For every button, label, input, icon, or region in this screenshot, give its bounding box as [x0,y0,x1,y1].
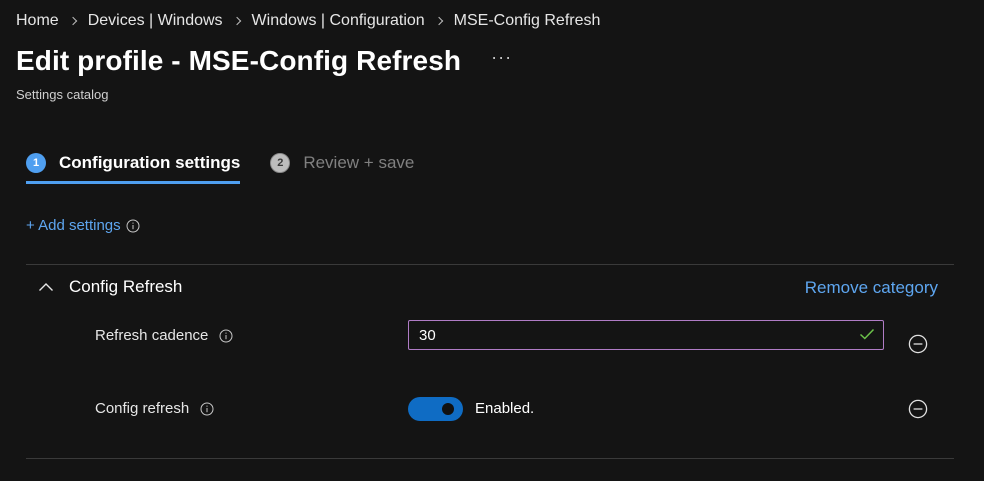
breadcrumb: Home Devices | Windows Windows | Configu… [16,12,600,30]
check-icon [859,327,875,341]
chevron-up-icon[interactable] [38,282,54,292]
step-number-badge: 2 [270,153,291,173]
remove-setting-button[interactable] [908,334,928,354]
title-row: Edit profile - MSE-Config Refresh ··· [16,45,512,77]
step-configuration-settings[interactable]: 1 Configuration settings [26,150,241,184]
config-refresh-toggle[interactable] [408,397,463,421]
setting-label-text: Refresh cadence [95,327,209,344]
step-label: Configuration settings [59,153,241,172]
setting-config-refresh-label: Config refresh [95,400,214,417]
category-top-divider [26,264,954,265]
refresh-cadence-input[interactable] [409,321,849,349]
more-options-button[interactable]: ··· [491,47,512,68]
step-label: Review + save [303,153,415,172]
step-review-save[interactable]: 2 Review + save [270,150,414,184]
remove-category-button[interactable]: Remove category [805,278,938,298]
step-number-badge: 1 [26,153,46,173]
wizard-steps: 1 Configuration settings 2 Review + save [26,150,414,184]
page-subtitle: Settings catalog [16,87,109,102]
breadcrumb-devices-windows[interactable]: Devices | Windows [88,12,223,30]
info-icon[interactable] [219,329,233,343]
remove-setting-button[interactable] [908,399,928,419]
add-settings-link[interactable]: + Add settings [26,217,140,234]
setting-refresh-cadence-label: Refresh cadence [95,327,233,344]
category-header[interactable]: Config Refresh [38,277,182,297]
toggle-knob [442,403,454,415]
chevron-right-icon [232,16,241,26]
add-settings-label: + Add settings [26,217,121,234]
chevron-right-icon [68,16,77,26]
category-title: Config Refresh [69,277,183,296]
chevron-right-icon [434,16,443,26]
edit-profile-page: Home Devices | Windows Windows | Configu… [0,0,984,481]
category-bottom-divider [26,458,954,459]
page-title: Edit profile - MSE-Config Refresh [16,45,462,76]
setting-label-text: Config refresh [95,400,190,417]
info-icon[interactable] [126,219,140,233]
toggle-state-text: Enabled. [475,400,535,417]
breadcrumb-home[interactable]: Home [16,12,59,30]
refresh-cadence-input-wrapper [408,320,884,350]
breadcrumb-windows-configuration[interactable]: Windows | Configuration [252,12,425,30]
info-icon[interactable] [200,402,214,416]
breadcrumb-current-profile: MSE-Config Refresh [453,12,601,29]
